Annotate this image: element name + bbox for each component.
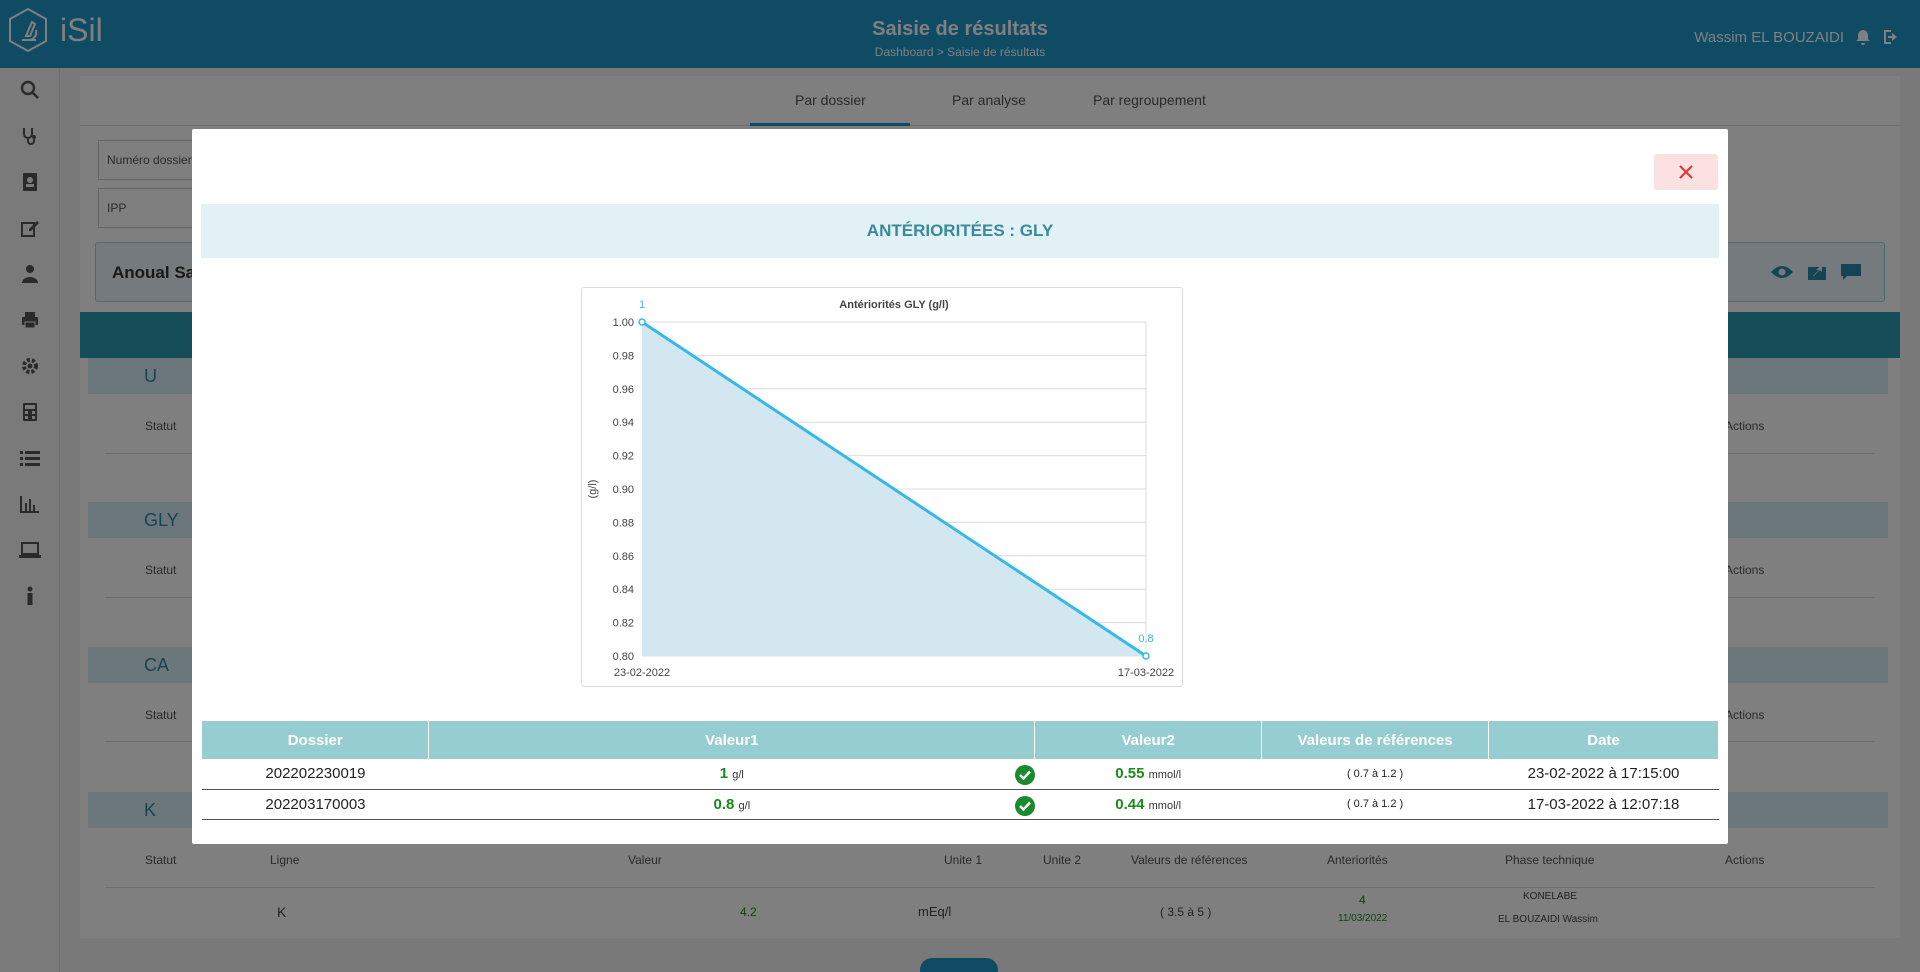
table-row[interactable]: 202202230019 1 g/l 0.55 mmol/l ( 0.7 à 1…	[202, 759, 1719, 790]
data-point	[1142, 652, 1150, 660]
check-circle-icon	[1014, 765, 1035, 785]
valeur1-cell: 1 g/l	[428, 759, 1035, 790]
y-tick-label: 1.00	[613, 317, 634, 329]
y-tick-label: 0.80	[613, 651, 634, 663]
y-tick-label: 0.98	[613, 350, 634, 362]
valeur1-unit: g/l	[732, 769, 744, 782]
y-axis-label: (g/l)	[587, 480, 599, 499]
refs-cell: ( 0.7 à 1.2 )	[1261, 759, 1489, 790]
column-header-valeur1[interactable]: Valeur1	[428, 721, 1036, 759]
y-tick-label: 0.88	[613, 517, 634, 529]
y-tick-label: 0.90	[613, 484, 634, 496]
date-cell: 23-02-2022 à 17:15:00	[1488, 759, 1719, 790]
y-tick-label: 0.94	[613, 417, 634, 429]
refs-cell: ( 0.7 à 1.2 )	[1261, 789, 1489, 820]
table-header-row: Dossier Valeur1 Valeur2 Valeurs de référ…	[202, 721, 1719, 759]
x-tick-label: 17-03-2022	[1118, 667, 1174, 679]
anteriorites-chart: Antériorités GLY (g/l) 1.00 0.98 0.96 0.94 0.…	[581, 287, 1183, 687]
valeur2-cell: 0.44 mmol/l	[1034, 789, 1262, 820]
valeur2-unit: mmol/l	[1148, 769, 1182, 782]
valeur2-number: 0.55	[1115, 765, 1145, 783]
data-label: 1	[639, 299, 645, 311]
y-tick-label: 0.84	[613, 584, 634, 596]
check-circle-icon	[1014, 795, 1035, 816]
close-button[interactable]	[1654, 154, 1718, 190]
modal-title: ANTÉRIORITÉES : GLY	[201, 204, 1719, 258]
valeur2-cell: 0.55 mmol/l	[1034, 759, 1262, 790]
column-header-date[interactable]: Date	[1488, 721, 1719, 759]
data-point	[638, 318, 646, 326]
data-label: 0.8	[1138, 633, 1153, 645]
valeur2-unit: mmol/l	[1148, 799, 1182, 812]
date-cell: 17-03-2022 à 12:07:18	[1488, 789, 1719, 820]
column-header-valeur2[interactable]: Valeur2	[1034, 721, 1263, 759]
valeur1-number: 0.8	[713, 795, 735, 813]
anteriorites-table: Dossier Valeur1 Valeur2 Valeurs de référ…	[202, 721, 1719, 820]
dossier-cell: 202203170003	[202, 789, 429, 820]
valeur1-number: 1	[719, 765, 729, 783]
chart-svg: Antériorités GLY (g/l) 1.00 0.98 0.96 0.94 0.…	[587, 299, 1174, 679]
x-tick-label: 23-02-2022	[614, 667, 670, 679]
chart-title: Antériorités GLY (g/l)	[839, 299, 949, 311]
y-tick-label: 0.92	[613, 451, 634, 463]
y-tick-label: 0.86	[613, 551, 634, 563]
table-row[interactable]: 202203170003 0.8 g/l 0.44 mmol/l ( 0.7 à…	[202, 789, 1719, 820]
y-tick-label: 0.82	[613, 618, 634, 630]
close-icon	[1679, 165, 1693, 179]
valeur1-cell: 0.8 g/l	[428, 789, 1035, 820]
anteriorites-modal: ANTÉRIORITÉES : GLY Antériorités GLY (g/…	[192, 129, 1728, 844]
y-tick-label: 0.96	[613, 384, 634, 396]
valeur1-unit: g/l	[738, 799, 751, 812]
valeur2-number: 0.44	[1115, 795, 1145, 813]
column-header-refs[interactable]: Valeurs de références	[1261, 721, 1490, 759]
dossier-cell: 202202230019	[202, 759, 429, 790]
column-header-dossier[interactable]: Dossier	[202, 721, 430, 759]
